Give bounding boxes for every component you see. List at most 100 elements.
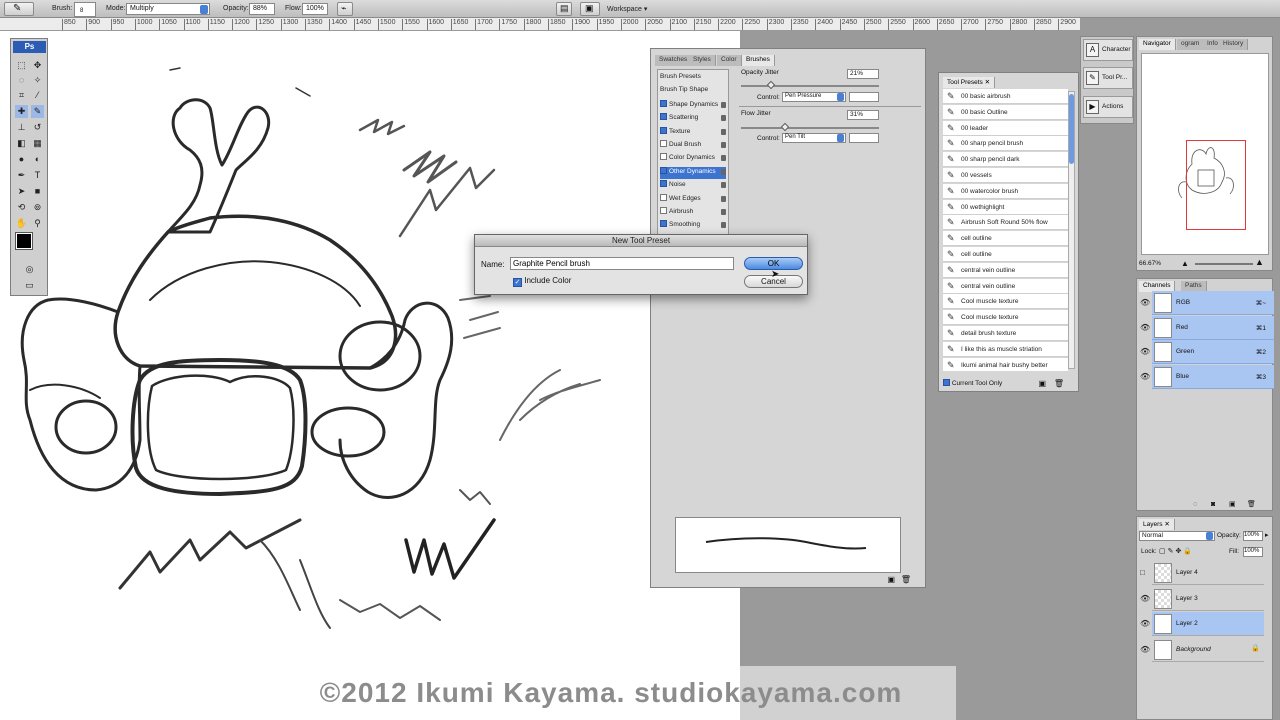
tool-preset-item[interactable]: ✎ 00 sharp pencil brush bbox=[943, 136, 1068, 152]
tool-preset-item[interactable]: ✎ 00 basic airbrush bbox=[943, 89, 1068, 104]
tool-preset-item[interactable]: ✎ Ikumi animal hair bushy better bbox=[943, 357, 1068, 371]
tool-preset-item[interactable]: ✎ 00 basic Outline bbox=[943, 104, 1068, 120]
tool-preset-item[interactable]: ✎ 00 watercolor brush bbox=[943, 183, 1068, 199]
tool-preset-item[interactable]: ✎ 00 wethighlight bbox=[943, 199, 1068, 215]
save-selection-icon[interactable]: ◙ bbox=[1211, 501, 1215, 508]
lock-icon[interactable] bbox=[721, 209, 726, 215]
gradient-tool-icon[interactable]: ▦ bbox=[31, 137, 44, 150]
visibility-off-icon[interactable]: □ bbox=[1140, 568, 1145, 577]
screen-mode-icon[interactable]: ▭ bbox=[23, 279, 36, 292]
tool-preset-item[interactable]: ✎ Cool muscle texture bbox=[943, 294, 1068, 310]
tool-preset-item[interactable]: ✎ 00 vessels bbox=[943, 168, 1068, 183]
channel-row[interactable]: 👁 Green ⌘2 bbox=[1140, 340, 1274, 364]
checkbox-icon[interactable] bbox=[660, 126, 667, 134]
brush-setting-color-dynamics[interactable]: Color Dynamics bbox=[660, 153, 726, 165]
opacity-input[interactable]: 88% bbox=[249, 3, 275, 15]
brush-setting-scattering[interactable]: Scattering bbox=[660, 113, 726, 125]
brush-setting-brush-presets[interactable]: Brush Presets bbox=[660, 73, 726, 85]
eraser-tool-icon[interactable]: ◧ bbox=[15, 137, 28, 150]
tab-history[interactable]: History bbox=[1219, 39, 1249, 50]
tab-styles[interactable]: Styles bbox=[689, 55, 716, 66]
opacity-jitter-slider-handle[interactable] bbox=[766, 80, 776, 90]
brush-setting-texture[interactable]: Texture bbox=[660, 126, 726, 139]
3d-rotate-tool-icon[interactable]: ⟲ bbox=[15, 201, 28, 214]
brush-setting-airbrush[interactable]: Airbrush bbox=[660, 207, 726, 219]
channel-row[interactable]: 👁 Blue ⌘3 bbox=[1140, 364, 1274, 389]
tool-preset-item[interactable]: ✎ I like this as muscle striation bbox=[943, 341, 1068, 357]
eye-icon[interactable]: 👁 bbox=[1140, 347, 1150, 356]
crop-tool-icon[interactable]: ⌗ bbox=[15, 89, 28, 102]
checkbox-icon[interactable] bbox=[660, 140, 667, 147]
channel-row[interactable]: 👁 Red ⌘1 bbox=[1140, 315, 1274, 340]
magic-wand-tool-icon[interactable]: ✧ bbox=[31, 74, 44, 87]
tab-color[interactable]: Color bbox=[717, 55, 742, 66]
blend-mode-select[interactable]: Normal bbox=[1139, 531, 1215, 541]
dock-character[interactable]: A Character bbox=[1083, 39, 1133, 61]
tool-preset-item[interactable]: ✎ 00 sharp pencil dark bbox=[943, 152, 1068, 168]
tab-histogram[interactable]: ogram bbox=[1177, 39, 1205, 50]
pen-tool-icon[interactable]: ✒ bbox=[15, 169, 28, 182]
brush-tool-icon[interactable]: ✎ bbox=[31, 105, 44, 118]
workspace-menu[interactable]: Workspace ▾ bbox=[607, 5, 647, 13]
scrollbar[interactable] bbox=[1068, 91, 1075, 369]
view-proxy-rectangle[interactable] bbox=[1186, 140, 1246, 230]
layer-row[interactable]: 👁 Layer 3 bbox=[1140, 587, 1264, 611]
blur-tool-icon[interactable]: ● bbox=[15, 153, 28, 166]
hand-tool-icon[interactable]: ✋ bbox=[15, 217, 28, 230]
lasso-tool-icon[interactable]: ◌ bbox=[15, 74, 28, 87]
airbrush-toggle-button[interactable]: ⌁ bbox=[337, 2, 353, 16]
3d-orbit-tool-icon[interactable]: ⊚ bbox=[31, 201, 44, 214]
chevron-right-icon[interactable]: ▸ bbox=[1265, 531, 1269, 539]
flow-control-select[interactable]: Pen Tilt bbox=[782, 133, 846, 143]
fill-input[interactable]: 100% bbox=[1243, 547, 1263, 557]
tool-preset-item[interactable]: ✎ cell outline bbox=[943, 247, 1068, 262]
include-color-checkbox[interactable]: ✓ Include Color bbox=[513, 276, 571, 287]
zoom-slider[interactable] bbox=[1195, 263, 1253, 265]
clone-stamp-tool-icon[interactable]: ⊥ bbox=[15, 121, 28, 134]
shape-tool-icon[interactable]: ■ bbox=[31, 185, 44, 198]
eyedropper-tool-icon[interactable]: ⁄ bbox=[31, 89, 44, 102]
type-tool-icon[interactable]: T bbox=[31, 169, 44, 182]
eye-icon[interactable]: 👁 bbox=[1140, 619, 1150, 628]
eye-icon[interactable]: 👁 bbox=[1140, 372, 1150, 381]
flow-jitter-slider[interactable] bbox=[741, 127, 879, 129]
zoom-tool-icon[interactable]: ⚲ bbox=[31, 217, 44, 230]
layer-opacity-input[interactable]: 100% bbox=[1243, 531, 1263, 541]
tab-swatches[interactable]: Swatches bbox=[655, 55, 693, 66]
brush-setting-smoothing[interactable]: Smoothing bbox=[660, 220, 726, 232]
opacity-minimum-input[interactable] bbox=[849, 92, 879, 102]
checkbox-icon[interactable] bbox=[660, 207, 667, 214]
tool-preset-item[interactable]: ✎ 00 leader bbox=[943, 120, 1068, 136]
brush-setting-wet-edges[interactable]: Wet Edges bbox=[660, 193, 726, 206]
new-preset-icon[interactable]: ▣ bbox=[1038, 379, 1046, 388]
brush-picker[interactable]: 8 bbox=[74, 2, 96, 17]
dodge-tool-icon[interactable]: ◐ bbox=[31, 153, 44, 166]
lock-icon[interactable] bbox=[721, 155, 726, 162]
move-tool-icon[interactable]: ✥ bbox=[31, 59, 44, 72]
scrollbar-thumb[interactable] bbox=[1069, 94, 1074, 164]
channel-row[interactable]: 👁 RGB ⌘~ bbox=[1140, 291, 1274, 315]
load-selection-icon[interactable]: ◌ bbox=[1193, 501, 1197, 508]
eye-icon[interactable]: 👁 bbox=[1140, 298, 1150, 307]
brush-setting-other-dynamics[interactable]: Other Dynamics bbox=[660, 166, 726, 179]
checkbox-icon[interactable] bbox=[660, 99, 667, 107]
eye-icon[interactable]: 👁 bbox=[1140, 594, 1150, 603]
new-brush-icon[interactable]: ▣ bbox=[887, 575, 895, 584]
checkbox-icon[interactable] bbox=[660, 166, 667, 174]
tool-options-button[interactable]: ▤ bbox=[556, 2, 572, 16]
zoom-in-icon[interactable]: ▲ bbox=[1255, 257, 1264, 267]
zoom-out-icon[interactable]: ▲ bbox=[1181, 259, 1189, 268]
screen-mode-button[interactable]: ▣ bbox=[580, 2, 600, 16]
foreground-color-swatch[interactable] bbox=[15, 232, 33, 250]
tool-preset-item[interactable]: ✎ central vein outline bbox=[943, 278, 1068, 294]
lock-icon[interactable] bbox=[721, 168, 726, 175]
layer-row[interactable]: 👁 Background 🔒 bbox=[1140, 638, 1264, 662]
brush-setting-brush-tip-shape[interactable]: Brush Tip Shape bbox=[660, 86, 726, 98]
flow-jitter-slider-handle[interactable] bbox=[780, 122, 790, 132]
preset-name-input[interactable] bbox=[510, 257, 734, 270]
lock-icon[interactable] bbox=[721, 101, 726, 108]
lock-icon[interactable] bbox=[721, 142, 726, 148]
layer-row[interactable]: 👁 Layer 2 bbox=[1140, 612, 1264, 637]
document-canvas[interactable] bbox=[0, 31, 740, 720]
checkbox-icon[interactable] bbox=[660, 193, 667, 201]
